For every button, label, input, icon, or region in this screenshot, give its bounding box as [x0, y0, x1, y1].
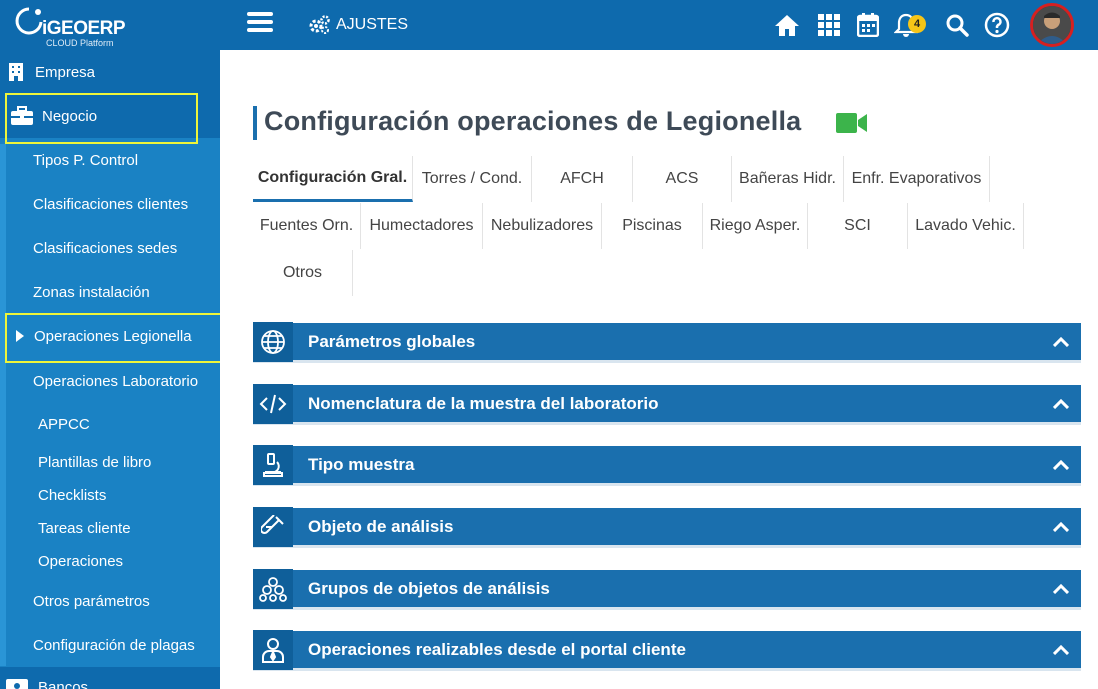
sidebar-item-operaciones-laboratorio[interactable]: Operaciones Laboratorio [0, 359, 220, 403]
microscope-icon [253, 444, 293, 485]
panel-title: Tipo muestra [308, 454, 415, 474]
sidebar-item-bancos[interactable]: Bancos [0, 667, 220, 689]
globe-icon [253, 321, 293, 362]
sidebar-item-label: Plantillas de libro [38, 454, 152, 471]
tab-fuentes-orn[interactable]: Fuentes Orn. [253, 203, 361, 249]
tab-sci[interactable]: SCI [808, 203, 908, 249]
sidebar-item-label: Configuración de plagas [33, 636, 195, 654]
chevron-up-icon[interactable] [1041, 398, 1081, 409]
main-content: Configuración operaciones de Legionella … [220, 50, 1098, 689]
bell-icon[interactable]: 4 [892, 11, 926, 39]
sidebar: Empresa Negocio Tipos P. Control Clasifi… [0, 50, 224, 689]
tab-row-1: Configuración Gral. Torres / Cond. AFCH … [253, 156, 990, 202]
tab-humectadores[interactable]: Humectadores [361, 203, 483, 249]
panel-title: Operaciones realizables desde el portal … [308, 639, 686, 659]
menu-toggle-button[interactable] [247, 12, 273, 36]
gears-icon [309, 15, 330, 34]
highlight-negocio [5, 93, 198, 144]
tab-torres-cond[interactable]: Torres / Cond. [413, 156, 532, 202]
sidebar-item-configuracion-plagas[interactable]: Configuración de plagas [0, 623, 220, 667]
bank-icon [6, 679, 28, 689]
logo[interactable]: iGEOERP CLOUD Platform [14, 4, 134, 48]
video-camera-icon[interactable] [836, 112, 868, 139]
page-title: Configuración operaciones de Legionella [264, 106, 802, 136]
help-icon[interactable] [983, 11, 1011, 39]
sidebar-item-clasificaciones-sedes[interactable]: Clasificaciones sedes [0, 226, 220, 270]
tab-configuracion-gral[interactable]: Configuración Gral. [253, 156, 413, 202]
user-tie-icon [253, 629, 293, 670]
logo-mark-icon [15, 7, 43, 35]
chevron-up-icon[interactable] [1041, 521, 1081, 532]
tab-enfr-evaporativos[interactable]: Enfr. Evaporativos [844, 156, 990, 202]
panel-grupos-objetos-analisis[interactable]: Grupos de objetos de análisis [253, 568, 1081, 610]
panel-parametros-globales[interactable]: Parámetros globales [253, 321, 1081, 363]
sidebar-item-otros-parametros[interactable]: Otros parámetros [0, 579, 220, 623]
notification-badge: 4 [908, 15, 926, 33]
tab-piscinas[interactable]: Piscinas [602, 203, 703, 249]
sidebar-item-operaciones[interactable]: Operaciones [0, 545, 220, 578]
chevron-up-icon[interactable] [1041, 644, 1081, 655]
sidebar-item-label: Tipos P. Control [33, 151, 139, 169]
tab-row-2: Fuentes Orn. Humectadores Nebulizadores … [253, 203, 1024, 249]
sidebar-item-label: Operaciones Laboratorio [33, 372, 199, 390]
tab-acs[interactable]: ACS [633, 156, 732, 202]
sidebar-item-label: Empresa [35, 63, 96, 81]
sidebar-item-label: Tareas cliente [38, 520, 131, 537]
sidebar-item-appcc[interactable]: APPCC [0, 408, 220, 441]
tab-row-3: Otros [253, 250, 353, 296]
cubes-icon [253, 568, 293, 609]
chevron-up-icon[interactable] [1041, 583, 1081, 594]
panel-title: Objeto de análisis [308, 516, 454, 536]
sidebar-item-label: Otros parámetros [33, 592, 150, 610]
panel-nomenclatura-muestra[interactable]: Nomenclatura de la muestra del laborator… [253, 383, 1081, 425]
sidebar-item-label: Bancos [38, 679, 89, 689]
apps-grid-icon[interactable] [815, 11, 843, 39]
tab-lavado-vehic[interactable]: Lavado Vehic. [908, 203, 1024, 249]
panel-objeto-analisis[interactable]: Objeto de análisis [253, 506, 1081, 548]
home-icon[interactable] [773, 11, 801, 39]
sidebar-item-label: Clasificaciones sedes [33, 239, 178, 257]
tab-baneras-hidr[interactable]: Bañeras Hidr. [732, 156, 844, 202]
tab-nebulizadores[interactable]: Nebulizadores [483, 203, 602, 249]
sidebar-item-label: Clasificaciones clientes [33, 195, 189, 213]
highlight-operaciones-legionella [5, 313, 224, 363]
top-bar: iGEOERP CLOUD Platform AJUSTES 4 [0, 0, 1098, 50]
logo-tagline: CLOUD Platform [46, 38, 114, 48]
code-icon [253, 383, 293, 424]
panel-operaciones-portal-cliente[interactable]: Operaciones realizables desde el portal … [253, 629, 1081, 671]
sidebar-item-label: APPCC [38, 416, 90, 433]
sidebar-item-tareas-cliente[interactable]: Tareas cliente [0, 512, 220, 545]
calendar-icon[interactable] [854, 11, 882, 39]
chevron-up-icon[interactable] [1041, 336, 1081, 347]
sidebar-item-tipos-control[interactable]: Tipos P. Control [0, 138, 220, 182]
sidebar-item-label: Operaciones [38, 553, 124, 570]
building-icon [9, 63, 23, 81]
tab-otros[interactable]: Otros [253, 250, 353, 296]
panel-title: Nomenclatura de la muestra del laborator… [308, 393, 659, 413]
sidebar-item-label: Zonas instalación [33, 283, 150, 301]
tab-riego-asper[interactable]: Riego Asper. [703, 203, 808, 249]
sidebar-item-checklists[interactable]: Checklists [0, 479, 220, 512]
breadcrumb-label: AJUSTES [336, 16, 409, 33]
panel-title: Parámetros globales [308, 331, 476, 351]
tab-afch[interactable]: AFCH [532, 156, 633, 202]
sidebar-item-label: Checklists [38, 487, 107, 504]
breadcrumb: AJUSTES [308, 15, 408, 35]
panel-title: Grupos de objetos de análisis [308, 578, 550, 598]
sidebar-item-plantillas-libro[interactable]: Plantillas de libro [0, 446, 220, 479]
user-avatar[interactable] [1030, 3, 1074, 47]
title-accent [253, 106, 257, 140]
chevron-up-icon[interactable] [1041, 459, 1081, 470]
test-tube-icon [253, 506, 293, 547]
sidebar-item-empresa[interactable]: Empresa [0, 50, 220, 94]
search-icon[interactable] [943, 11, 971, 39]
sidebar-item-clasificaciones-clientes[interactable]: Clasificaciones clientes [0, 182, 220, 226]
sidebar-item-zonas-instalacion[interactable]: Zonas instalación [0, 270, 220, 314]
logo-brand: iGEOERP [42, 18, 126, 39]
panel-tipo-muestra[interactable]: Tipo muestra [253, 444, 1081, 486]
